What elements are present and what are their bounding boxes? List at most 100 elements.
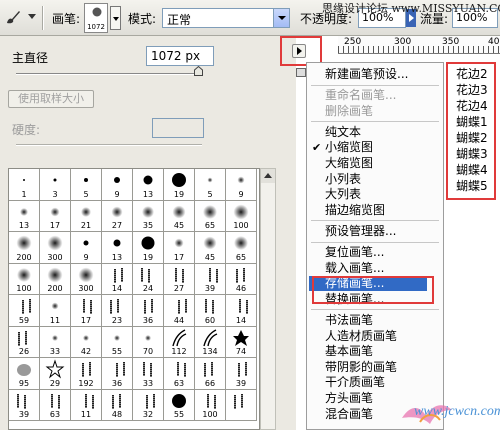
brush-preset-cell[interactable]: 11 — [71, 389, 102, 421]
brush-preset-cell[interactable]: 9 — [226, 169, 257, 201]
brush-preset-cell[interactable]: 74 — [226, 326, 257, 358]
brush-preset-cell[interactable]: 17 — [40, 200, 71, 232]
brush-preset-cell[interactable]: 24 — [133, 263, 164, 295]
brush-preset-cell[interactable]: 200 — [40, 263, 71, 295]
brush-preset-cell[interactable] — [226, 389, 257, 421]
menu-item[interactable]: 混合画笔 — [325, 407, 373, 422]
brush-preset-cell[interactable]: 14 — [102, 263, 133, 295]
brush-preset-cell[interactable]: 33 — [133, 358, 164, 390]
new-preset-icon[interactable] — [296, 68, 306, 77]
use-sample-size-button[interactable]: 使用取样大小 — [8, 90, 94, 108]
brush-preset-cell[interactable]: 42 — [71, 326, 102, 358]
soft-round-brush-icon — [172, 205, 186, 218]
brush-preset-cell[interactable]: 70 — [133, 326, 164, 358]
brush-preset-cell[interactable]: 46 — [226, 263, 257, 295]
brush-preset-cell[interactable]: 112 — [164, 326, 195, 358]
brush-preset-cell[interactable]: 27 — [164, 263, 195, 295]
brush-preset-cell[interactable]: 200 — [9, 232, 40, 264]
menu-item[interactable]: 小列表 — [325, 172, 361, 187]
brush-preset-cell[interactable]: 33 — [40, 326, 71, 358]
brush-preset-cell[interactable]: 65 — [226, 232, 257, 264]
brush-preset-cell[interactable]: 13 — [9, 200, 40, 232]
menu-item[interactable]: 方头画笔 — [325, 391, 373, 406]
brush-preset-cell[interactable]: 300 — [71, 263, 102, 295]
brush-preset-cell[interactable]: 5 — [195, 169, 226, 201]
brush-preset-cell[interactable]: 5 — [71, 169, 102, 201]
brush-size-label: 74 — [235, 347, 247, 356]
brush-preset-cell[interactable]: 21 — [71, 200, 102, 232]
brush-preset-cell[interactable]: 14 — [226, 295, 257, 327]
brush-preset-cell[interactable]: 11 — [40, 295, 71, 327]
diameter-slider-track[interactable] — [16, 73, 202, 75]
brush-preset-cell[interactable]: 39 — [226, 358, 257, 390]
hardness-input[interactable] — [152, 118, 204, 138]
menu-item[interactable]: 书法画笔 — [325, 313, 373, 328]
brush-preset-cell[interactable]: 65 — [195, 200, 226, 232]
brush-preset-cell[interactable]: 36 — [133, 295, 164, 327]
brush-preset-cell[interactable]: 13 — [133, 169, 164, 201]
menu-item[interactable]: 人造材质画笔 — [325, 329, 397, 344]
brush-size-label: 29 — [49, 378, 61, 388]
brush-preset-cell[interactable]: 300 — [40, 232, 71, 264]
brush-preset-cell[interactable]: 19 — [164, 169, 195, 201]
tool-preset-dropdown-icon[interactable] — [28, 14, 36, 19]
brush-preset-cell[interactable]: 1 — [9, 169, 40, 201]
brush-preset-cell[interactable]: 192 — [71, 358, 102, 390]
brush-preview[interactable]: 1072 — [84, 3, 108, 33]
brush-preset-cell[interactable]: 17 — [71, 295, 102, 327]
menu-item[interactable]: 大缩览图 — [325, 156, 373, 171]
brush-preset-cell[interactable]: 36 — [102, 358, 133, 390]
mode-select[interactable]: 正常 — [162, 8, 290, 28]
brush-preset-cell[interactable]: 19 — [133, 232, 164, 264]
brush-preset-cell[interactable]: 55 — [102, 326, 133, 358]
brush-preset-cell[interactable]: 63 — [40, 389, 71, 421]
brush-preset-cell[interactable]: 13 — [102, 232, 133, 264]
brush-preset-cell[interactable]: 60 — [195, 295, 226, 327]
brush-preset-cell[interactable]: 48 — [102, 389, 133, 421]
menu-item[interactable]: 带阴影的画笔 — [325, 360, 397, 375]
master-diameter-input[interactable]: 1072 px — [146, 46, 214, 66]
brush-preset-cell[interactable]: 66 — [195, 358, 226, 390]
annotation-box-brush-sets — [446, 62, 496, 200]
brush-preset-cell[interactable]: 35 — [133, 200, 164, 232]
brush-preset-cell[interactable]: 9 — [71, 232, 102, 264]
brush-preset-cell[interactable]: 39 — [195, 263, 226, 295]
chevron-down-icon[interactable] — [273, 9, 289, 27]
menu-item[interactable]: 载入画笔... — [325, 261, 384, 276]
menu-item[interactable]: 基本画笔 — [325, 344, 373, 359]
brush-preset-cell[interactable]: 100 — [226, 200, 257, 232]
brush-preset-cell[interactable]: 26 — [9, 326, 40, 358]
menu-item[interactable]: 描边缩览图 — [325, 203, 385, 218]
diameter-slider-thumb[interactable] — [193, 66, 203, 76]
brush-preset-cell[interactable]: 95 — [9, 358, 40, 390]
brush-grid-scrollbar[interactable] — [260, 168, 276, 430]
brush-preset-cell[interactable]: 100 — [9, 263, 40, 295]
brush-preset-cell[interactable]: 17 — [164, 232, 195, 264]
menu-item[interactable]: 干介质画笔 — [325, 375, 385, 390]
brush-tool-icon[interactable] — [4, 8, 22, 26]
brush-preset-cell[interactable]: 59 — [9, 295, 40, 327]
brush-preset-cell[interactable]: 27 — [102, 200, 133, 232]
brush-preset-cell[interactable]: 100 — [195, 389, 226, 421]
brush-preset-cell[interactable]: 29 — [40, 358, 71, 390]
brush-preset-cell[interactable]: 45 — [195, 232, 226, 264]
brush-preset-cell[interactable]: 44 — [164, 295, 195, 327]
brush-preset-cell[interactable]: 45 — [164, 200, 195, 232]
brush-preset-cell[interactable]: 3 — [40, 169, 71, 201]
brush-preset-cell[interactable]: 32 — [133, 389, 164, 421]
brush-preset-cell[interactable]: 55 — [164, 389, 195, 421]
menu-item[interactable]: 大列表 — [325, 187, 361, 202]
brush-picker-dropdown-button[interactable] — [110, 6, 121, 30]
brush-preset-cell[interactable]: 9 — [102, 169, 133, 201]
menu-item[interactable]: 纯文本 — [325, 125, 361, 140]
menu-item[interactable]: 小缩览图 — [325, 140, 373, 155]
brush-preset-cell[interactable]: 23 — [102, 295, 133, 327]
menu-item[interactable]: 新建画笔预设... — [325, 67, 408, 82]
scroll-up-arrow-icon[interactable] — [261, 169, 275, 183]
menu-item[interactable]: 复位画笔... — [325, 245, 384, 260]
brush-preset-cell[interactable]: 39 — [9, 389, 40, 421]
menu-item[interactable]: 预设管理器... — [325, 224, 396, 239]
hardness-slider-track[interactable] — [16, 144, 202, 146]
brush-preset-cell[interactable]: 63 — [164, 358, 195, 390]
brush-preset-cell[interactable]: 134 — [195, 326, 226, 358]
